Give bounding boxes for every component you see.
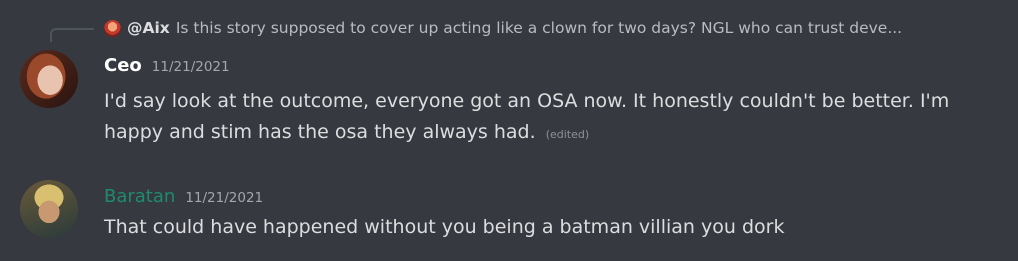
timestamp[interactable]: 11/21/2021 — [152, 59, 230, 75]
reply-author[interactable]: @Aix — [127, 19, 170, 37]
avatar-baratan[interactable] — [20, 180, 78, 238]
message-text: I'd say look at the outcome, everyone go… — [104, 86, 1004, 150]
reply-avatar[interactable] — [104, 19, 121, 37]
message-text: That could have happened without you bei… — [104, 216, 785, 238]
edited-label: (edited) — [545, 128, 590, 141]
username-baratan[interactable]: Baratan — [104, 186, 175, 207]
reply-preview[interactable]: @Aix Is this story supposed to cover up … — [104, 17, 1009, 39]
message-header: Ceo 11/21/2021 — [104, 55, 230, 76]
message-header: Baratan 11/21/2021 — [104, 186, 263, 207]
reply-text[interactable]: Is this story supposed to cover up actin… — [176, 19, 902, 37]
avatar-ceo[interactable] — [20, 50, 78, 108]
chat-log: @Aix Is this story supposed to cover up … — [0, 0, 1018, 261]
message-body: I'd say look at the outcome, everyone go… — [104, 90, 950, 143]
reply-connector — [50, 28, 94, 42]
timestamp[interactable]: 11/21/2021 — [185, 190, 263, 206]
username-ceo[interactable]: Ceo — [104, 55, 142, 76]
